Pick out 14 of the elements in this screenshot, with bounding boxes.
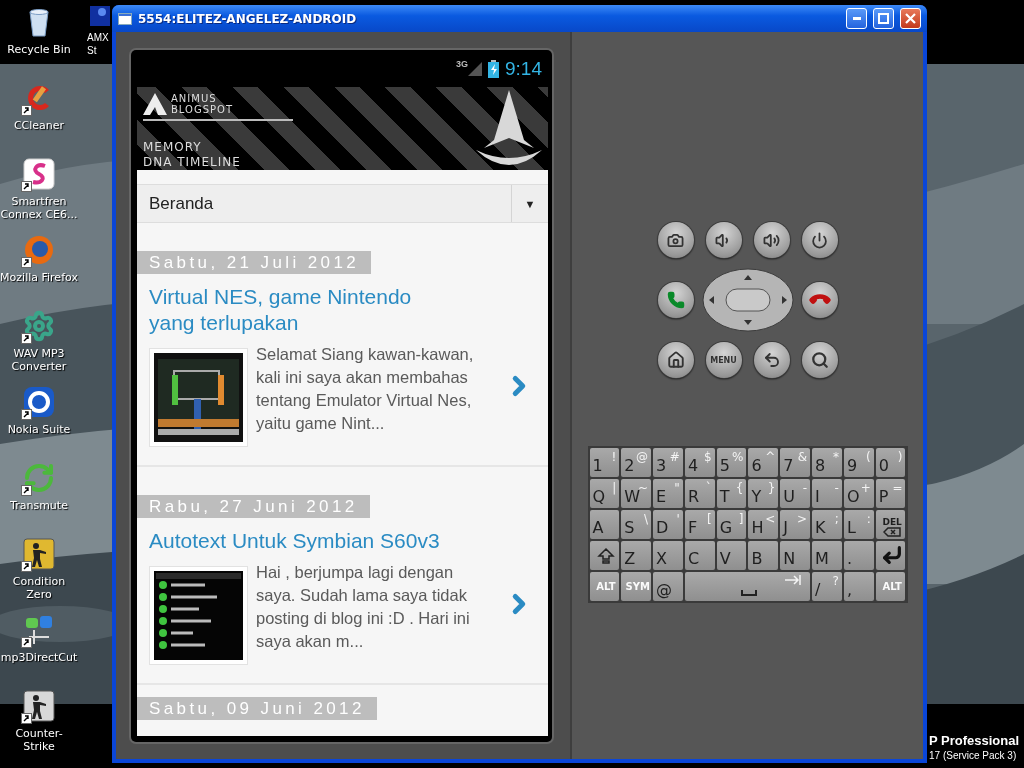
- window-title: 5554:ELITEZ-ANGELEZ-ANDROID: [138, 11, 358, 26]
- close-button[interactable]: [900, 8, 921, 29]
- minimize-icon: [852, 17, 861, 20]
- close-icon: [905, 13, 916, 24]
- maximize-icon: [878, 13, 889, 24]
- os-version-text: P Professional: [929, 732, 1020, 749]
- minimize-button[interactable]: [846, 8, 867, 29]
- maximize-button[interactable]: [873, 8, 894, 29]
- os-build-text: 17 (Service Pack 3): [929, 749, 1018, 763]
- app-icon[interactable]: [88, 4, 112, 28]
- icon-label: AMX St: [87, 31, 110, 57]
- icon-label: Recycle Bin: [6, 43, 72, 56]
- window-icon: [118, 12, 132, 25]
- icon-label: Counter-Strike: [14, 727, 64, 753]
